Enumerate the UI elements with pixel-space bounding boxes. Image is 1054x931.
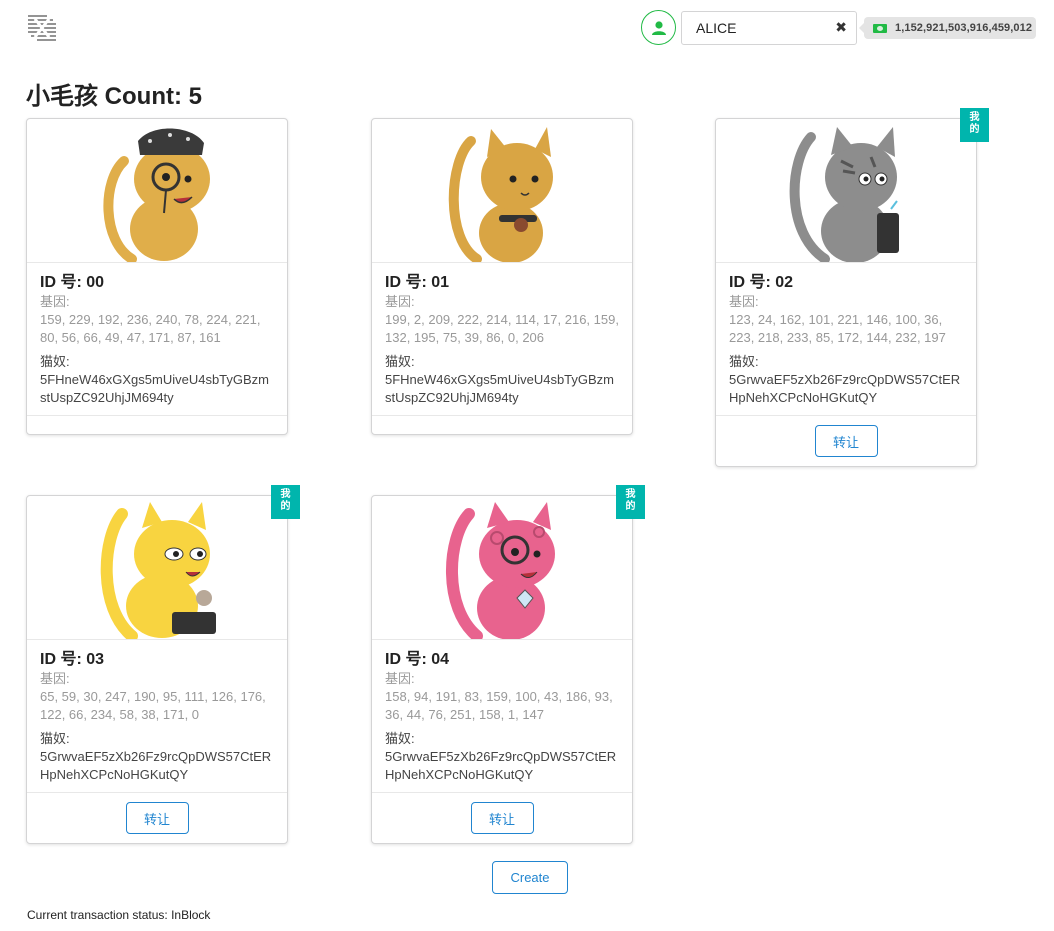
owner-label: 猫奴: — [40, 354, 70, 369]
card-footer: 转让 — [27, 792, 287, 843]
kitty-card: ID 号: 01 基因: 199, 2, 209, 222, 214, 114,… — [371, 118, 633, 435]
dna-label: 基因: — [385, 671, 415, 686]
kitty-id: ID 号: 03 — [40, 651, 105, 668]
owner-label: 猫奴: — [40, 731, 70, 746]
kitty-image — [27, 119, 287, 263]
transaction-status: Current transaction status: InBlock — [27, 908, 211, 922]
dna-label: 基因: — [729, 294, 759, 309]
kitty-id: ID 号: 02 — [729, 274, 794, 291]
kitty-id: ID 号: 04 — [385, 651, 450, 668]
kitty-owner: 5GrwvaEF5zXb26Fz9rcQpDWS57CtERHpNehXCPcN… — [40, 749, 272, 782]
page-title: 小毛孩 Count: 5 — [26, 83, 202, 110]
transfer-button[interactable]: 转让 — [470, 802, 534, 834]
dna-label: 基因: — [40, 671, 70, 686]
card-footer: 转让 — [372, 792, 632, 843]
kitty-owner: 5FHneW46xGXgs5mUiveU4sbTyGBzmstUspZC92Uh… — [40, 372, 270, 405]
dna-label: 基因: — [40, 294, 70, 309]
transfer-button[interactable]: 转让 — [814, 425, 878, 457]
kitty-dna: 158, 94, 191, 83, 159, 100, 43, 186, 93,… — [385, 689, 613, 722]
user-icon[interactable] — [641, 10, 676, 45]
balance-amount: 1,152,921,503,916,459,012 — [895, 22, 1033, 34]
kitty-owner: 5FHneW46xGXgs5mUiveU4sbTyGBzmstUspZC92Uh… — [385, 372, 615, 405]
kitty-dna: 199, 2, 209, 222, 214, 114, 17, 216, 159… — [385, 312, 619, 345]
create-button[interactable]: Create — [492, 861, 568, 894]
account-input[interactable] — [696, 20, 826, 36]
balance-badge: 1,152,921,503,916,459,012 — [859, 17, 1036, 39]
dna-label: 基因: — [385, 294, 415, 309]
kitty-card: 我 的 ID 号: 04 基因: 158, 94, 191, 83, 159, … — [371, 485, 645, 844]
kitty-image — [372, 496, 632, 640]
owner-label: 猫奴: — [385, 354, 415, 369]
kitty-id: ID 号: 01 — [385, 274, 450, 291]
kitty-id: ID 号: 00 — [40, 274, 105, 291]
owner-label: 猫奴: — [729, 354, 759, 369]
kitty-dna: 159, 229, 192, 236, 240, 78, 224, 221, 8… — [40, 312, 261, 345]
kitty-card: ID 号: 00 基因: 159, 229, 192, 236, 240, 78… — [26, 118, 288, 435]
owner-label: 猫奴: — [385, 731, 415, 746]
kitty-card: 我 的 ID 号: 02 基因: 123, 24, 162, 101, 221,… — [715, 108, 989, 467]
card-footer — [27, 415, 287, 434]
close-icon[interactable]: ✖ — [835, 19, 847, 36]
kitty-image — [372, 119, 632, 263]
account-selector[interactable]: ✖ — [681, 11, 857, 45]
kitty-card: 我 的 ID 号: 03 基因: 65, 59, 30, 247, 190, 9… — [26, 485, 300, 844]
card-footer — [372, 415, 632, 434]
card-footer: 转让 — [716, 415, 976, 466]
kitty-image — [716, 119, 976, 263]
money-icon — [873, 23, 887, 33]
kitty-dna: 123, 24, 162, 101, 221, 146, 100, 36, 22… — [729, 312, 946, 345]
transfer-button[interactable]: 转让 — [125, 802, 189, 834]
kitty-dna: 65, 59, 30, 247, 190, 95, 111, 126, 176,… — [40, 689, 266, 722]
kitty-owner: 5GrwvaEF5zXb26Fz9rcQpDWS57CtERHpNehXCPcN… — [385, 749, 617, 782]
substrate-logo — [25, 11, 59, 45]
kitty-owner: 5GrwvaEF5zXb26Fz9rcQpDWS57CtERHpNehXCPcN… — [729, 372, 961, 405]
kitty-image — [27, 496, 287, 640]
